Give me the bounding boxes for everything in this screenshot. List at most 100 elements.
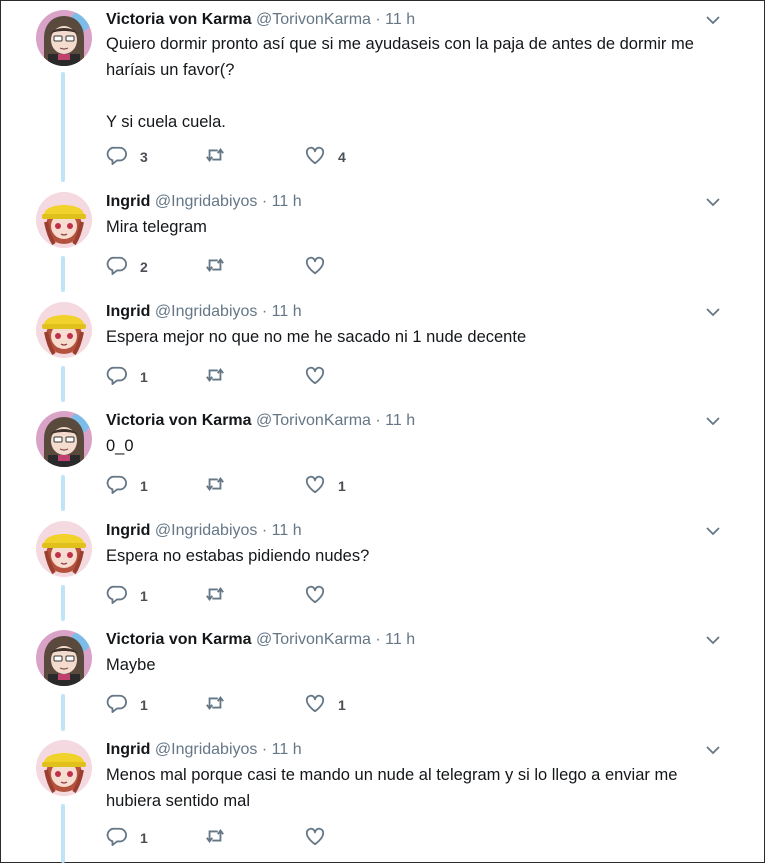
chevron-down-icon[interactable] [705,413,721,429]
tweet-text-line: Espera no estabas pidiendo nudes? [106,547,370,565]
like-count: 4 [338,149,346,165]
avatar[interactable] [36,411,92,467]
like-button[interactable]: 1 [304,474,346,499]
tweet[interactable]: Ingrid @Ingridabiyos · 11 h Menos mal po… [0,740,765,863]
heart-icon [304,255,326,280]
chevron-down-icon[interactable] [705,523,721,539]
heart-icon [304,693,326,718]
reply-button[interactable]: 1 [106,693,148,718]
reply-button[interactable]: 1 [106,585,148,606]
thread-line [61,694,65,731]
thread-line [61,585,65,621]
tweet-header: Victoria von Karma @TorivonKarma · 11 h [106,10,415,30]
like-count: 1 [338,478,346,494]
like-button[interactable] [304,584,338,609]
author-name[interactable]: Ingrid [106,193,150,210]
author-handle[interactable]: @TorivonKarma [256,11,371,28]
retweet-button[interactable] [204,828,238,848]
reply-icon [106,255,128,280]
reply-icon [106,693,128,718]
thread-line [61,256,65,292]
retweet-icon [204,826,226,851]
author-name[interactable]: Victoria von Karma [106,11,252,28]
avatar[interactable] [36,192,92,248]
timestamp[interactable]: · 11 h [375,631,415,648]
tweet-text: Quiero dormir pronto así que si me ayuda… [106,31,736,135]
avatar[interactable] [36,10,92,66]
tweet-text: Maybe [106,652,736,678]
timestamp[interactable]: · 11 h [375,11,415,28]
chevron-down-icon[interactable] [705,632,721,648]
retweet-icon [204,255,226,280]
tweet-text: Espera mejor no que no me he sacado ni 1… [106,324,736,350]
tweet-text: Espera no estabas pidiendo nudes? [106,543,736,569]
heart-icon [304,474,326,499]
author-handle[interactable]: @Ingridabiyos [155,741,258,758]
avatar[interactable] [36,630,92,686]
thread-line [61,804,65,863]
like-button[interactable]: 4 [304,146,346,167]
reply-count: 2 [140,259,148,275]
author-name[interactable]: Victoria von Karma [106,412,252,429]
timestamp[interactable]: · 11 h [262,193,302,210]
tweet[interactable]: Ingrid @Ingridabiyos · 11 h Espera mejor… [0,302,765,402]
chevron-down-icon[interactable] [705,12,721,28]
heart-icon [304,826,326,851]
author-handle[interactable]: @TorivonKarma [256,631,371,648]
tweet[interactable]: Ingrid @Ingridabiyos · 11 h Mira telegra… [0,192,765,292]
retweet-icon [204,693,226,718]
tweet-header: Ingrid @Ingridabiyos · 11 h [106,740,302,760]
tweet[interactable]: Victoria von Karma @TorivonKarma · 11 h … [0,10,765,182]
retweet-button[interactable] [204,257,238,277]
reply-button[interactable]: 1 [106,474,148,499]
author-handle[interactable]: @TorivonKarma [256,412,371,429]
avatar[interactable] [36,740,92,796]
heart-icon [304,365,326,390]
timestamp[interactable]: · 11 h [262,303,302,320]
author-handle[interactable]: @Ingridabiyos [155,522,258,539]
tweet[interactable]: Victoria von Karma @TorivonKarma · 11 h … [0,630,765,731]
thread-line [61,72,65,182]
tweet-text-line: Quiero dormir pronto así que si me ayuda… [106,35,694,53]
timestamp[interactable]: · 11 h [262,741,302,758]
chevron-down-icon[interactable] [705,742,721,758]
retweet-button[interactable] [204,586,238,606]
retweet-button[interactable] [204,695,238,715]
tweet-text-line: haríais un favor(? [106,61,235,79]
retweet-icon [204,474,226,499]
like-button[interactable] [304,826,338,851]
tweet-text: 0_0 [106,433,736,459]
reply-icon [106,826,128,851]
reply-count: 1 [140,830,148,846]
reply-icon [106,365,128,390]
author-name[interactable]: Ingrid [106,522,150,539]
reply-button[interactable]: 2 [106,255,148,280]
like-button[interactable] [304,365,338,390]
author-name[interactable]: Ingrid [106,303,150,320]
timestamp[interactable]: · 11 h [375,412,415,429]
tweet[interactable]: Ingrid @Ingridabiyos · 11 h Espera no es… [0,521,765,621]
retweet-button[interactable] [204,367,238,387]
author-name[interactable]: Victoria von Karma [106,631,252,648]
tweet-text-line: hubiera sentido mal [106,792,251,810]
avatar[interactable] [36,302,92,358]
chevron-down-icon[interactable] [705,304,721,320]
reply-button[interactable]: 3 [106,145,148,170]
reply-button[interactable]: 1 [106,365,148,390]
avatar[interactable] [36,521,92,577]
like-button[interactable] [304,255,338,280]
author-handle[interactable]: @Ingridabiyos [155,303,258,320]
chevron-down-icon[interactable] [705,194,721,210]
retweet-button[interactable] [204,476,238,496]
reply-icon [106,145,128,170]
author-name[interactable]: Ingrid [106,741,150,758]
tweet[interactable]: Victoria von Karma @TorivonKarma · 11 h … [0,411,765,511]
like-button[interactable]: 1 [304,693,346,718]
reply-button[interactable]: 1 [106,826,148,851]
heart-icon [304,584,326,609]
author-handle[interactable]: @Ingridabiyos [155,193,258,210]
timestamp[interactable]: · 11 h [262,522,302,539]
reply-icon [106,474,128,499]
reply-count: 3 [140,149,148,165]
retweet-button[interactable] [204,147,238,167]
